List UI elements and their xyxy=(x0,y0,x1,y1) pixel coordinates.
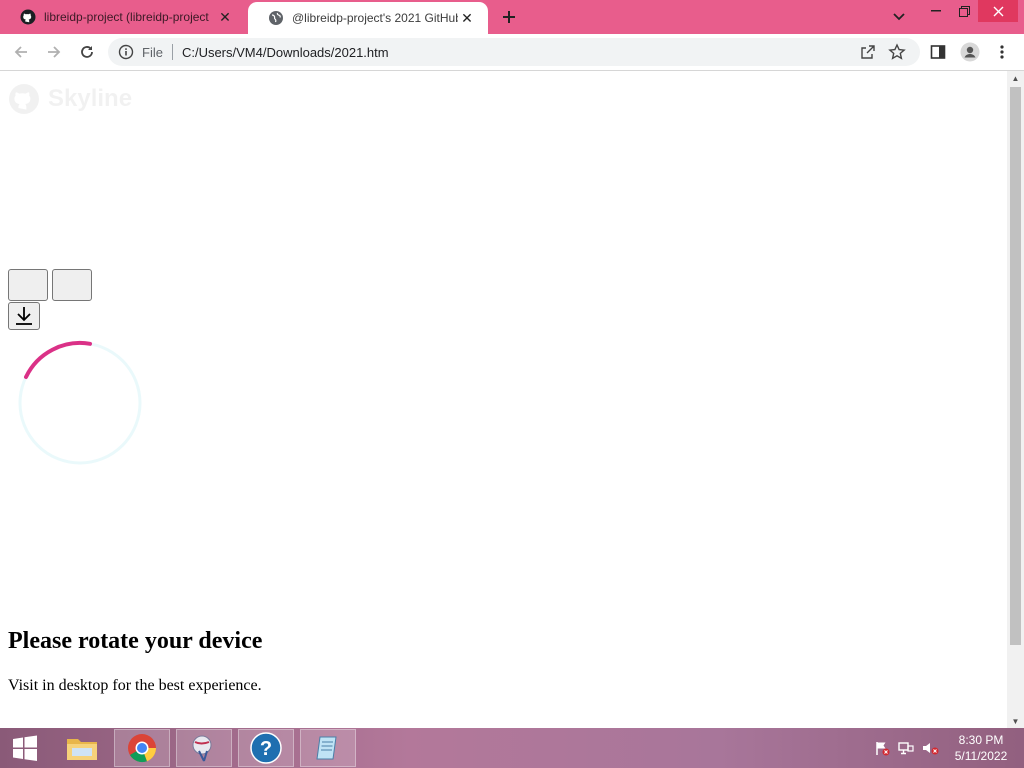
info-icon[interactable] xyxy=(118,44,134,60)
back-button[interactable] xyxy=(9,40,33,64)
tab-title: @libreidp-project's 2021 GitHub xyxy=(292,11,458,25)
reload-button[interactable] xyxy=(75,40,99,64)
side-panel-icon[interactable] xyxy=(926,40,950,64)
tab-libreidp-project[interactable]: libreidp-project (libreidp-project ✕ xyxy=(0,0,246,34)
restore-button[interactable] xyxy=(950,0,978,22)
windows-start-icon xyxy=(13,735,37,761)
action-center-flag-icon[interactable] xyxy=(872,728,892,768)
browser-toolbar: File C:/Users/VM4/Downloads/2021.htm xyxy=(0,34,1024,71)
url-text[interactable]: C:/Users/VM4/Downloads/2021.htm xyxy=(182,45,389,60)
minimize-button[interactable] xyxy=(922,0,950,22)
file-explorer-button[interactable] xyxy=(54,729,110,767)
blank-button-2[interactable] xyxy=(52,269,92,301)
page-scrollbar[interactable]: ▲ ▼ xyxy=(1007,71,1024,728)
download-icon xyxy=(16,307,32,325)
bookmark-star-icon[interactable] xyxy=(888,43,906,61)
rotate-heading: Please rotate your device xyxy=(8,628,263,654)
tab-close-icon[interactable]: ✕ xyxy=(458,9,476,27)
page-content: Skyline Please rotate your device Visit … xyxy=(0,71,1007,728)
scroll-up-arrow-icon[interactable]: ▲ xyxy=(1007,71,1024,85)
chrome-icon xyxy=(128,734,157,763)
network-tray-icon[interactable] xyxy=(896,728,916,768)
chrome-taskbar-button[interactable] xyxy=(114,729,170,767)
tab-title: libreidp-project (libreidp-project xyxy=(44,10,209,24)
chevron-down-icon[interactable] xyxy=(888,6,910,28)
logo-text: Skyline xyxy=(48,85,133,112)
tab-close-icon[interactable]: ✕ xyxy=(216,8,234,26)
taskbar: ? 8:30 PM 5/11/2022 xyxy=(0,728,1024,768)
scroll-thumb[interactable] xyxy=(1010,87,1021,645)
forward-button[interactable] xyxy=(42,40,66,64)
globe-icon xyxy=(268,10,284,26)
network-app-button[interactable] xyxy=(176,729,232,767)
download-button[interactable] xyxy=(8,302,40,330)
blank-button-1[interactable] xyxy=(8,269,48,301)
tab-strip: libreidp-project (libreidp-project ✕ @li… xyxy=(0,0,1024,34)
menu-kebab-icon[interactable] xyxy=(990,40,1014,64)
network-app-icon xyxy=(192,735,212,762)
close-window-button[interactable] xyxy=(978,0,1018,22)
address-bar[interactable]: File C:/Users/VM4/Downloads/2021.htm xyxy=(108,38,920,66)
skyline-logo: Skyline xyxy=(8,83,132,115)
profile-avatar-icon[interactable] xyxy=(958,40,982,64)
scroll-down-arrow-icon[interactable]: ▼ xyxy=(1007,714,1024,728)
github-icon xyxy=(20,9,36,25)
share-icon[interactable] xyxy=(860,44,876,60)
tab-2021-github[interactable]: @libreidp-project's 2021 GitHub ✕ xyxy=(248,2,488,34)
help-button[interactable]: ? xyxy=(238,729,294,767)
clock-time: 8:30 PM xyxy=(958,733,1004,747)
new-tab-button[interactable] xyxy=(498,6,520,28)
loading-spinner xyxy=(18,341,142,465)
notepad-button[interactable] xyxy=(300,729,356,767)
start-button[interactable] xyxy=(2,728,48,768)
file-explorer-icon xyxy=(67,739,97,760)
rotate-description: Visit in desktop for the best experience… xyxy=(8,677,262,694)
volume-muted-icon[interactable] xyxy=(920,728,940,768)
github-icon xyxy=(9,84,39,114)
taskbar-clock[interactable]: 8:30 PM 5/11/2022 xyxy=(948,732,1014,764)
divider xyxy=(171,44,173,60)
scheme-label: File xyxy=(142,44,163,60)
svg-text:?: ? xyxy=(260,738,272,760)
clock-date: 5/11/2022 xyxy=(954,749,1008,763)
help-icon: ? xyxy=(250,732,282,764)
notepad-icon xyxy=(316,736,337,760)
